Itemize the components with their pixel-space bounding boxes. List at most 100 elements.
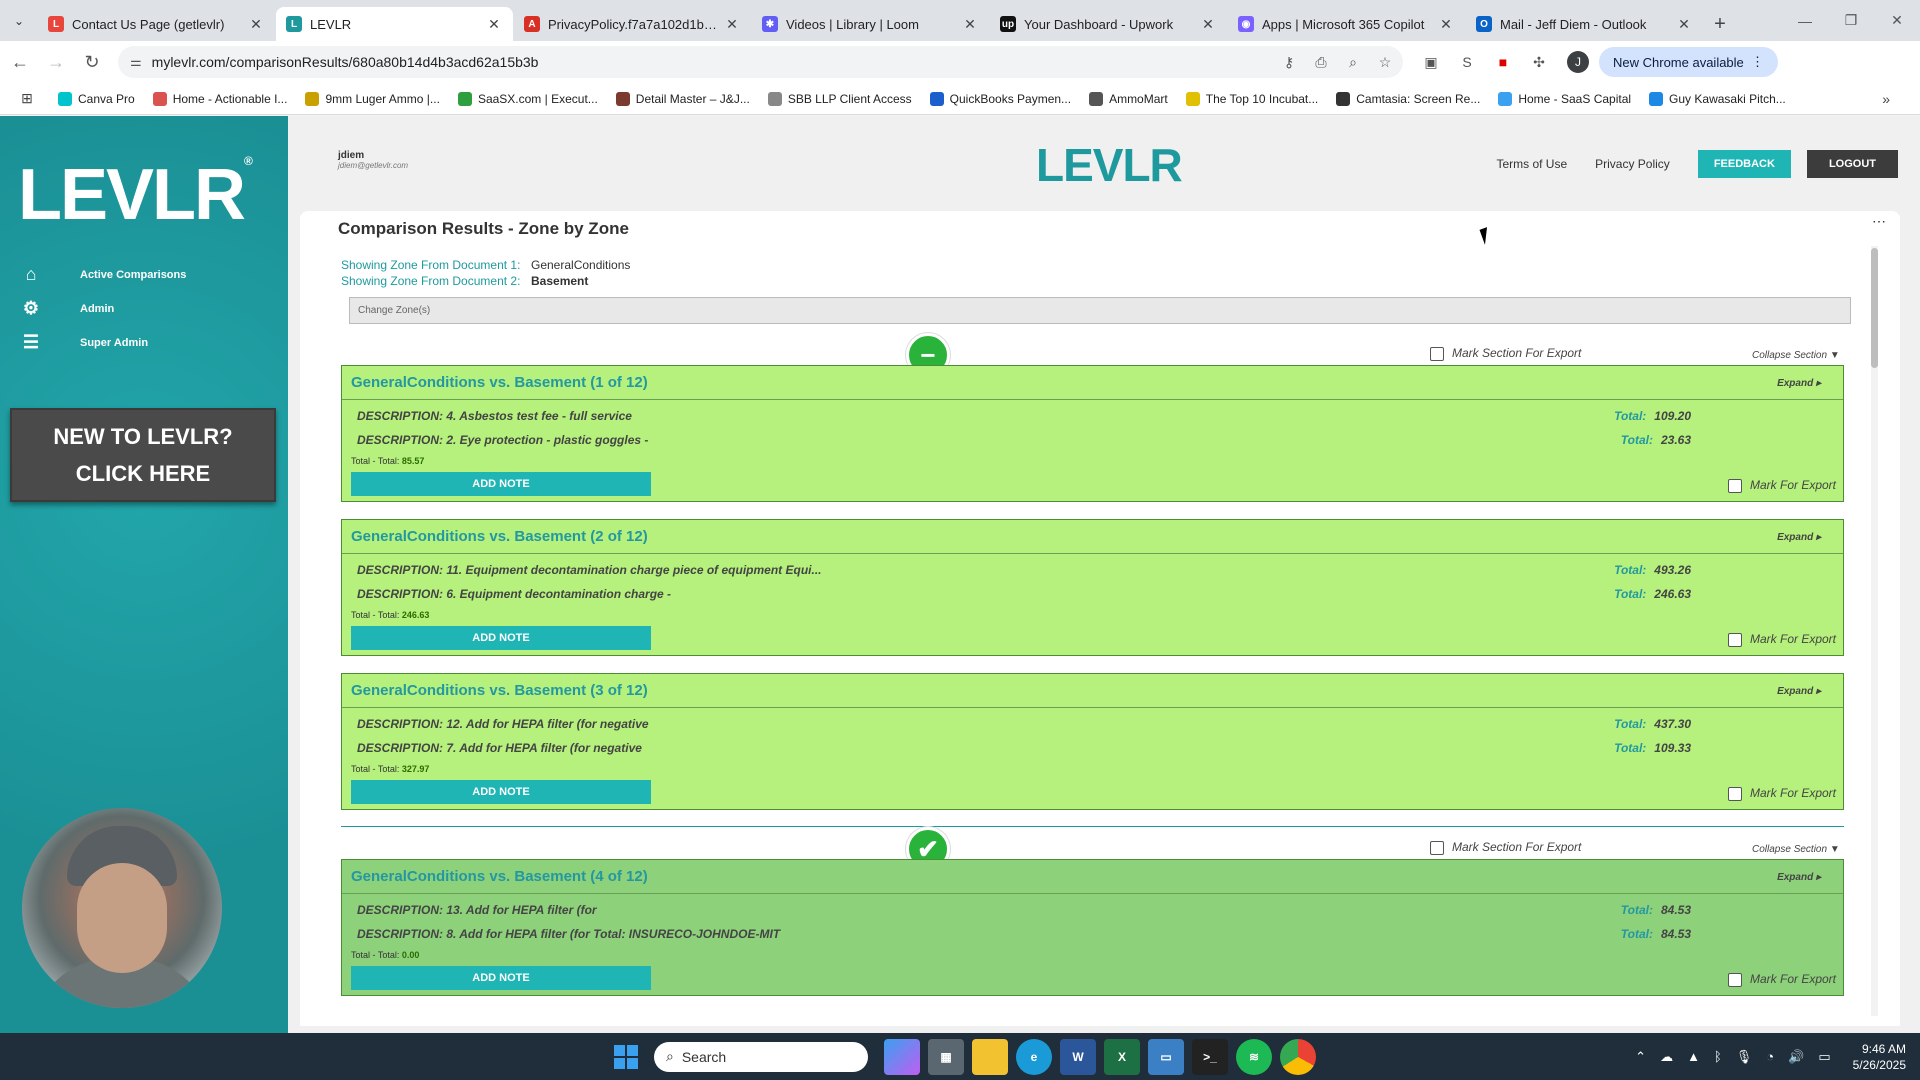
expand-link[interactable]: Expand ▸ [1777,872,1821,883]
bookmark-item[interactable]: Canva Pro [58,91,135,106]
copilot-icon[interactable] [884,1038,920,1075]
zoom-icon[interactable]: ⌕ [1339,54,1367,71]
extension-icon[interactable]: ▣ [1413,46,1449,78]
terms-link[interactable]: Terms of Use [1496,157,1567,171]
expand-link[interactable]: Expand ▸ [1777,686,1821,697]
word-icon[interactable]: W [1060,1038,1096,1075]
logout-button[interactable]: LOGOUT [1806,150,1898,178]
taskbar-search[interactable]: ⌕ Search [654,1041,868,1072]
tab-search-icon[interactable]: ⌄ [0,0,38,41]
more-bookmarks-icon[interactable]: » [1882,91,1890,107]
spotify-icon[interactable]: ≋ [1236,1038,1272,1075]
sidebar-item-super-admin[interactable]: ☰ Super Admin [20,332,148,353]
close-tab-icon[interactable]: ✕ [1437,16,1455,33]
mark-section-checkbox[interactable] [1430,346,1444,361]
remote-desktop-icon[interactable]: ▭ [1148,1038,1184,1075]
reload-icon[interactable]: ↻ [76,46,108,78]
add-note-button[interactable]: ADD NOTE [351,472,651,496]
close-tab-icon[interactable]: ✕ [485,16,503,33]
close-tab-icon[interactable]: ✕ [247,16,265,33]
sidebar-item-active-comparisons[interactable]: ⌂ Active Comparisons [20,264,187,285]
more-options-icon[interactable]: ⋯ [1872,213,1886,230]
mark-export-checkbox[interactable] [1727,632,1742,647]
tray-app-icon[interactable]: ▲ [1687,1049,1700,1064]
mark-section-export[interactable]: Mark Section For Export [1430,840,1581,855]
bookmark-item[interactable]: SBB LLP Client Access [767,91,912,106]
url-text[interactable]: mylevlr.com/comparisonResults/680a80b14d… [152,54,1275,70]
calculator-icon[interactable]: ▦ [928,1038,964,1075]
bookmark-item[interactable]: QuickBooks Paymen... [929,91,1071,106]
close-tab-icon[interactable]: ✕ [1675,16,1693,33]
extension-s-icon[interactable]: S [1449,46,1485,78]
mark-export-checkbox[interactable] [1727,972,1742,987]
add-note-button[interactable]: ADD NOTE [351,966,651,990]
add-note-button[interactable]: ADD NOTE [351,780,651,804]
battery-icon[interactable]: ▭ [1818,1049,1830,1065]
browser-tab[interactable]: A PrivacyPolicy.f7a7a102d1b144b ✕ [514,7,751,41]
feedback-button[interactable]: FEEDBACK [1697,150,1791,178]
scrollbar-thumb[interactable] [1871,248,1878,368]
bookmark-item[interactable]: Home - SaaS Capital [1498,91,1631,106]
excel-icon[interactable]: X [1104,1038,1140,1075]
forward-icon[interactable]: → [40,46,72,78]
clock[interactable]: 9:46 AM 5/26/2025 [1853,1041,1906,1073]
close-window-icon[interactable]: ✕ [1874,0,1920,41]
profile-avatar[interactable]: J [1567,51,1589,73]
bluetooth-icon[interactable]: ᛒ [1714,1049,1722,1064]
minimize-icon[interactable]: — [1782,0,1828,41]
close-tab-icon[interactable]: ✕ [1199,16,1217,33]
mark-section-export[interactable]: Mark Section For Export [1430,346,1581,361]
site-info-icon[interactable]: ⚌ [130,54,142,70]
apps-grid-icon[interactable]: ⊞ [14,89,40,109]
chrome-icon[interactable] [1280,1038,1316,1075]
bookmark-item[interactable]: The Top 10 Incubat... [1185,91,1318,106]
microphone-icon[interactable]: 🎙 [1736,1049,1753,1065]
browser-tab[interactable]: ✱ Videos | Library | Loom ✕ [752,7,989,41]
bookmark-item[interactable]: Detail Master – J&J... [615,91,750,106]
tray-chevron-icon[interactable]: ⌃ [1635,1049,1646,1065]
bookmark-item[interactable]: 9mm Luger Ammo |... [305,91,440,106]
onedrive-icon[interactable]: ☁ [1660,1049,1673,1065]
volume-icon[interactable]: 🔊 [1788,1049,1804,1065]
browser-tab[interactable]: L Contact Us Page (getlevlr) ✕ [38,7,275,41]
browser-tab[interactable]: ◉ Apps | Microsoft 365 Copilot ✕ [1228,7,1465,41]
wifi-icon[interactable]: ◔ [1766,1049,1774,1064]
extensions-puzzle-icon[interactable]: ✣ [1521,46,1557,78]
expand-link[interactable]: Expand ▸ [1777,378,1821,389]
mark-export-checkbox[interactable] [1727,478,1742,493]
browser-tab[interactable]: O Mail - Jeff Diem - Outlook ✕ [1466,7,1703,41]
browser-tab[interactable]: L LEVLR ✕ [276,7,513,41]
edge-icon[interactable]: e [1016,1038,1052,1075]
mark-section-checkbox[interactable] [1430,840,1444,855]
bookmark-item[interactable]: Home - Actionable I... [152,91,287,106]
sidebar-logo[interactable]: LEVLR® [18,154,253,236]
file-explorer-icon[interactable] [972,1038,1008,1075]
privacy-link[interactable]: Privacy Policy [1595,157,1670,171]
bookmark-item[interactable]: Guy Kawasaki Pitch... [1649,91,1786,106]
bookmark-star-icon[interactable]: ☆ [1371,54,1399,71]
bookmark-item[interactable]: AmmoMart [1089,91,1168,106]
install-app-icon[interactable]: ⎙ [1307,54,1335,71]
bookmark-item[interactable]: Camtasia: Screen Re... [1336,91,1480,106]
mark-export-checkbox[interactable] [1727,786,1742,801]
collapse-section-link[interactable]: Collapse Section ▼ [1752,350,1840,361]
header-logo[interactable]: LEVLR [1036,138,1183,192]
new-chrome-available-button[interactable]: New Chrome available ⋮ [1599,47,1779,77]
close-tab-icon[interactable]: ✕ [723,16,741,33]
extension-red-icon[interactable]: ■ [1485,46,1521,78]
scrollbar[interactable] [1871,246,1878,1016]
terminal-icon[interactable]: >_ [1192,1038,1228,1075]
sidebar-item-admin[interactable]: ⚙ Admin [20,298,114,319]
url-bar[interactable]: ⚌ mylevlr.com/comparisonResults/680a80b1… [118,46,1403,78]
browser-tab[interactable]: up Your Dashboard - Upwork ✕ [990,7,1227,41]
collapse-section-link[interactable]: Collapse Section ▼ [1752,844,1840,855]
change-zone-button[interactable]: Change Zone(s) [349,297,1851,324]
new-tab-button[interactable]: + [1704,7,1736,41]
restore-icon[interactable]: ❐ [1828,0,1874,41]
add-note-button[interactable]: ADD NOTE [351,626,651,650]
expand-link[interactable]: Expand ▸ [1777,532,1821,543]
windows-start-icon[interactable] [614,1044,638,1069]
password-key-icon[interactable]: ⚷ [1275,54,1303,71]
back-icon[interactable]: ← [4,46,36,78]
new-to-levlr-button[interactable]: NEW TO LEVLR? CLICK HERE [10,408,276,502]
